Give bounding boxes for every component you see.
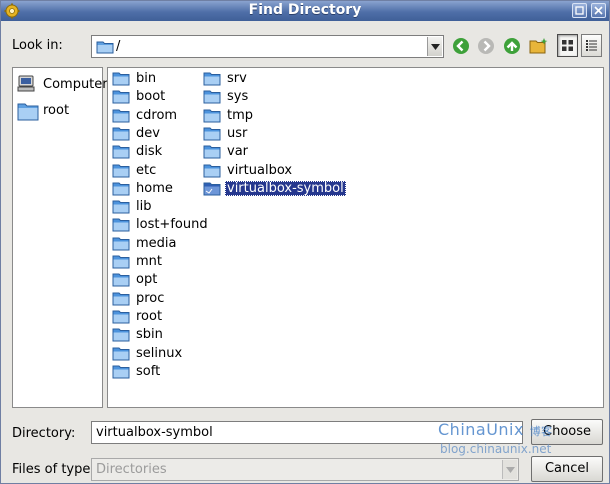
folder-icon (112, 310, 130, 324)
folder-icon (112, 237, 130, 251)
folder-icon (112, 90, 130, 104)
up-arrow-icon (504, 38, 520, 54)
folder-icon (112, 72, 130, 86)
folder-item-label: usr (227, 125, 248, 141)
folder-item-label: lost+found (136, 217, 208, 233)
forward-button[interactable] (475, 35, 497, 57)
close-button[interactable] (591, 3, 606, 18)
folder-item-label: proc (136, 290, 165, 306)
folder-item-label: lib (136, 199, 152, 215)
folder-icon (112, 182, 130, 196)
look-in-label: Look in: (12, 38, 63, 53)
folder-item-label: opt (136, 272, 158, 288)
folder-icon (17, 103, 39, 121)
watermark-logo: ChinaUnix 博客 (438, 420, 553, 439)
folder-icon (112, 273, 130, 287)
folder-item-label: media (136, 235, 177, 251)
forward-arrow-icon (478, 38, 494, 54)
maximize-button[interactable] (572, 3, 587, 18)
directory-label: Directory: (12, 426, 76, 441)
folder-icon (203, 182, 221, 196)
directory-input-value: virtualbox-symbol (96, 425, 213, 440)
folder-icon (203, 145, 221, 159)
folder-item-label: sys (227, 89, 249, 105)
places-sidebar: Computer root (12, 67, 108, 408)
folder-item-label: srv (227, 71, 247, 86)
folder-icon (96, 41, 114, 54)
folder-item-label: root (136, 308, 163, 324)
folder-icon (203, 72, 221, 86)
folder-icon (112, 145, 130, 159)
folder-item-label: home (136, 180, 173, 196)
files-of-type-value: Directories (96, 462, 167, 477)
folder-item-label: boot (136, 89, 166, 105)
watermark-badge: 博客 (529, 425, 553, 438)
folder-icon (112, 164, 130, 177)
maximize-icon (575, 6, 584, 15)
folder-icon (203, 164, 221, 177)
parent-directory-button[interactable] (501, 35, 523, 57)
folder-item-label: virtualbox-symbol (225, 180, 346, 196)
look-in-path: / (116, 39, 121, 54)
files-of-type-combobox: Directories (91, 458, 519, 481)
folder-item-label: tmp (227, 107, 254, 123)
back-arrow-icon (453, 38, 469, 54)
folder-item-label: var (227, 144, 249, 160)
folder-icon (112, 347, 130, 360)
chevron-down-icon (506, 467, 515, 473)
back-button[interactable] (450, 35, 472, 57)
files-of-type-dropdown-button (502, 460, 517, 479)
sidebar-item-label: Computer (43, 77, 108, 92)
folder-icon (112, 255, 130, 269)
folder-item-label: virtualbox (227, 162, 293, 178)
folder-icon (112, 109, 130, 123)
folder-icon (112, 218, 130, 232)
find-directory-dialog: Find Directory Look in: / Computer root … (0, 0, 610, 484)
folder-icon (112, 200, 130, 214)
look-in-dropdown-button[interactable] (427, 37, 442, 56)
folder-icon (203, 127, 221, 141)
folder-item-label: dev (136, 125, 160, 141)
folder-item-label: cdrom (136, 107, 178, 123)
folder-item-label: disk (136, 144, 163, 160)
folder-item-label: etc (136, 162, 157, 178)
folder-icon (112, 292, 130, 306)
folder-item-label: bin (136, 71, 157, 86)
folder-item-label: soft (136, 363, 161, 379)
chevron-down-icon (431, 44, 440, 50)
folder-icon (112, 328, 130, 342)
title-bar[interactable]: Find Directory (1, 1, 609, 21)
look-in-combobox[interactable]: / (91, 35, 444, 58)
folder-icon (112, 127, 130, 141)
window-title: Find Directory (248, 2, 362, 18)
folder-item-label: selinux (136, 345, 183, 361)
new-folder-button[interactable] (527, 35, 549, 57)
list-view-button[interactable] (557, 34, 578, 57)
folder-item-label: mnt (136, 254, 162, 269)
sidebar-item-label: root (43, 103, 70, 118)
close-icon (594, 6, 603, 15)
detail-view-icon (586, 40, 597, 51)
detail-view-button[interactable] (581, 34, 602, 57)
watermark-url: blog.chinaunix.net (440, 442, 552, 456)
new-folder-icon (529, 38, 548, 54)
computer-icon (17, 75, 35, 92)
watermark-text: ChinaUnix (438, 420, 524, 439)
folder-item-label: sbin (136, 327, 163, 343)
folder-icon (203, 90, 221, 104)
files-of-type-label: Files of type: (12, 462, 95, 477)
list-view-icon (562, 40, 573, 51)
cancel-button[interactable]: Cancel (531, 456, 603, 482)
directory-file-list[interactable]: bin boot cdrom dev disk etc home lib lost+found m… (107, 67, 604, 408)
folder-icon (112, 365, 130, 379)
folder-icon (203, 109, 221, 123)
